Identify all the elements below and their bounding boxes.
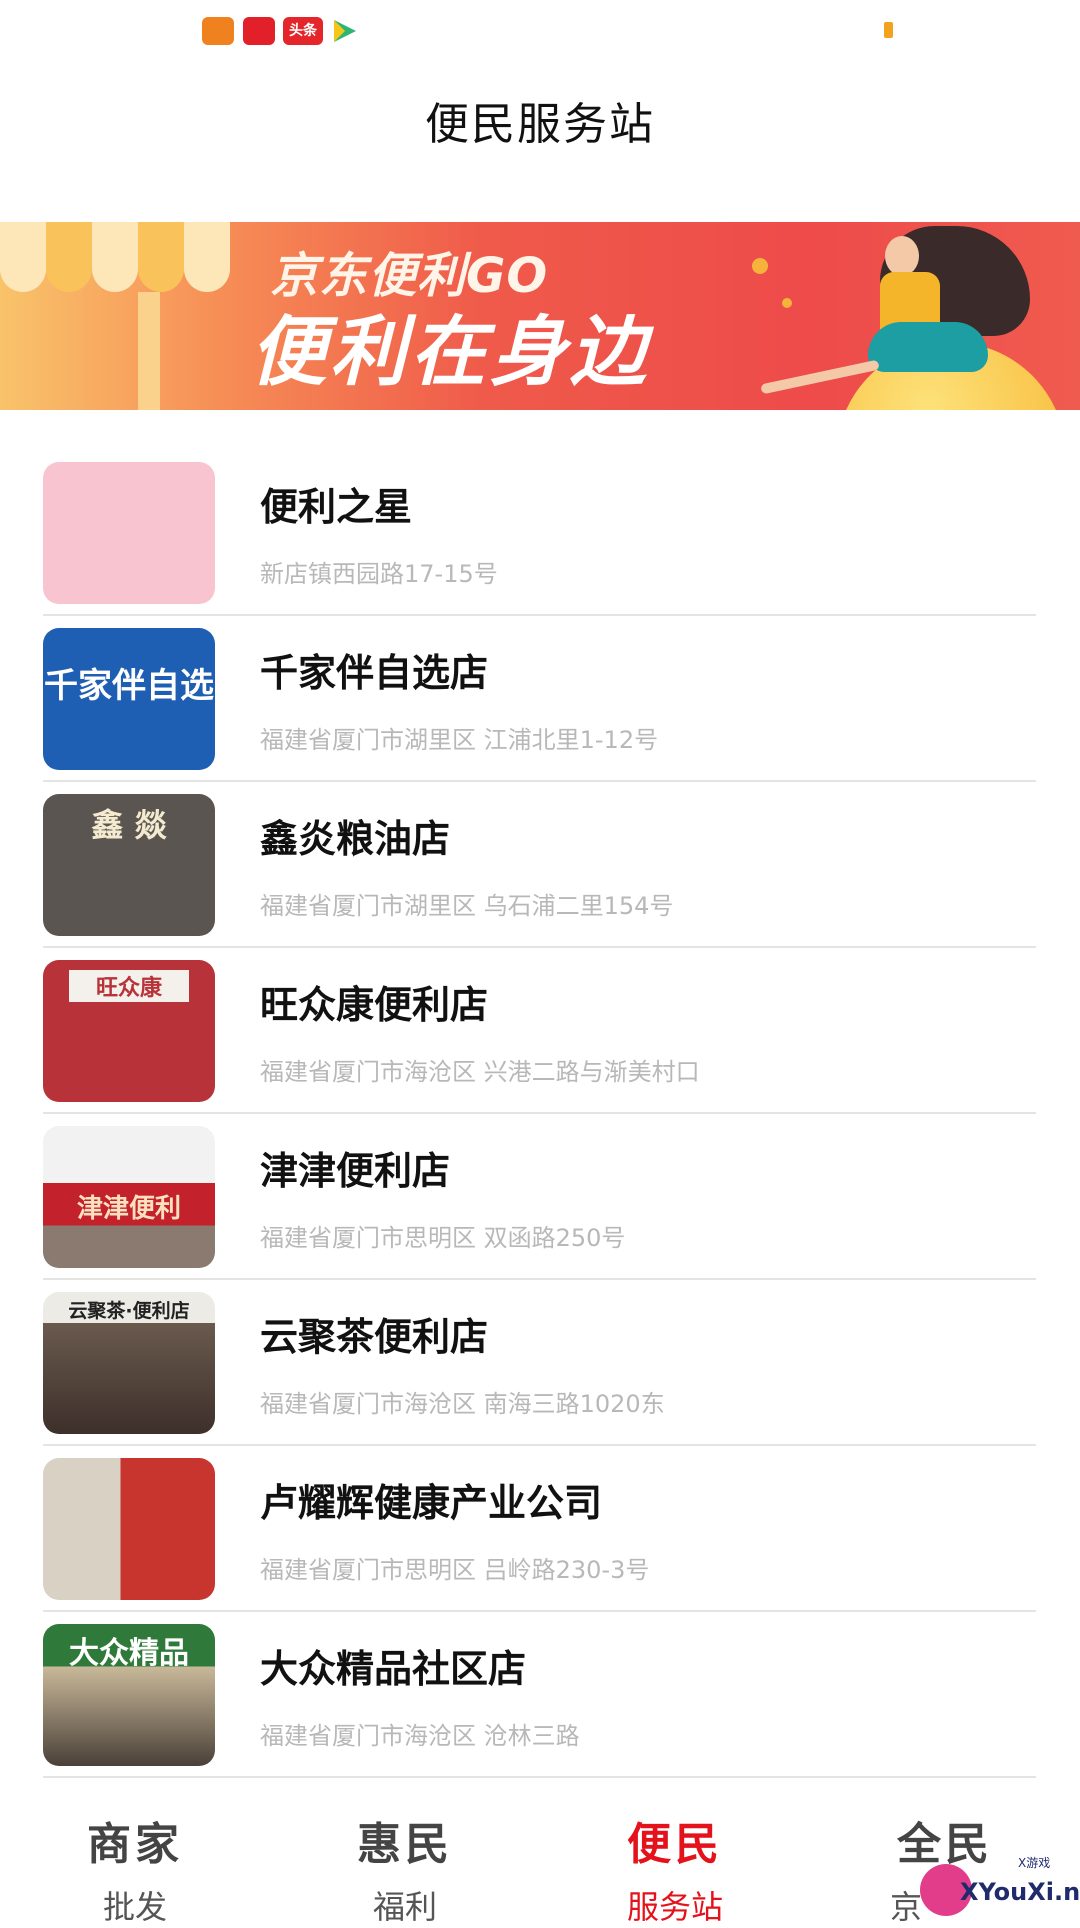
tab-service-station[interactable]: 便民 服务站 — [540, 1778, 810, 1926]
decor-dot — [782, 298, 792, 308]
awning-illustration — [0, 222, 230, 292]
battery-icon — [884, 22, 893, 38]
store-name: 大众精品社区店 — [260, 1647, 527, 1691]
page-title: 便民服务站 — [425, 99, 655, 150]
store-thumbnail: 津津便利 — [43, 1126, 215, 1268]
store-thumbnail: 云聚茶·便利店 — [43, 1292, 215, 1434]
store-name: 鑫炎粮油店 — [260, 817, 451, 861]
list-item[interactable]: 鑫 燚 鑫炎粮油店 福建省厦门市湖里区 乌石浦二里154号 — [0, 782, 1080, 948]
status-bar: 头条 — [0, 0, 1080, 60]
store-thumbnail: 千家伴自选 — [43, 628, 215, 770]
store-thumbnail — [43, 462, 215, 604]
list-item[interactable]: 千家伴自选 千家伴自选店 福建省厦门市湖里区 江浦北里1-12号 — [0, 616, 1080, 782]
store-address: 福建省厦门市海沧区 沧林三路 — [260, 1722, 580, 1750]
tab-benefits[interactable]: 惠民 福利 — [270, 1778, 540, 1926]
store-address: 福建省厦门市湖里区 江浦北里1-12号 — [260, 726, 659, 754]
list-item[interactable]: 大众精品 大众精品社区店 福建省厦门市海沧区 沧林三路 — [0, 1612, 1080, 1778]
store-address: 福建省厦门市海沧区 兴港二路与渐美村口 — [260, 1058, 700, 1086]
store-thumbnail — [43, 1458, 215, 1600]
woman-skirt — [868, 322, 988, 372]
store-thumbnail: 大众精品 — [43, 1624, 215, 1766]
woman-face — [885, 236, 919, 276]
store-address: 福建省厦门市海沧区 南海三路1020东 — [260, 1390, 665, 1418]
banner-slogan: 便利在身边 — [250, 307, 650, 396]
store-name: 云聚茶便利店 — [260, 1315, 489, 1359]
store-name: 津津便利店 — [260, 1149, 451, 1193]
netease-news-icon — [243, 17, 275, 45]
decor-dot — [752, 258, 768, 274]
tab-label-bottom: 批发 — [102, 1888, 167, 1926]
list-item[interactable]: 便利之星 新店镇西园路17-15号 — [0, 450, 1080, 616]
bottom-tab-bar: 商家 批发 惠民 福利 便民 服务站 全民 京 — [0, 1778, 1080, 1926]
store-name: 卢耀辉健康产业公司 — [260, 1481, 603, 1525]
store-name: 便利之星 — [260, 485, 413, 529]
store-sign: 鑫 燚 — [91, 806, 167, 844]
list-item[interactable]: 津津便利 津津便利店 福建省厦门市思明区 双函路250号 — [0, 1114, 1080, 1280]
toutiao-icon: 头条 — [283, 17, 323, 45]
watermark-small-text: X游戏 — [1018, 1856, 1051, 1870]
promo-banner[interactable]: 京东便利GO 便利在身边 — [0, 222, 1080, 410]
store-sign: 大众精品 — [69, 1636, 189, 1671]
store-sign: 千家伴自选 — [44, 666, 214, 706]
store-address: 福建省厦门市思明区 双函路250号 — [260, 1224, 626, 1252]
store-thumbnail: 鑫 燚 — [43, 794, 215, 936]
awning-post — [138, 292, 160, 410]
store-address: 新店镇西园路17-15号 — [260, 560, 498, 588]
video-app-icon — [334, 20, 356, 42]
uc-browser-icon — [202, 17, 234, 45]
store-address: 福建省厦门市湖里区 乌石浦二里154号 — [260, 892, 674, 920]
watermark-text: XYouXi.net — [960, 1878, 1080, 1906]
tab-label-top: 便民 — [627, 1819, 723, 1870]
list-item[interactable]: 云聚茶·便利店 云聚茶便利店 福建省厦门市海沧区 南海三路1020东 — [0, 1280, 1080, 1446]
store-address: 福建省厦门市思明区 吕岭路230-3号 — [260, 1556, 650, 1584]
store-sign: 云聚茶·便利店 — [68, 1300, 190, 1322]
store-sign: 津津便利 — [76, 1194, 181, 1224]
tab-label-bottom: 服务站 — [626, 1888, 723, 1926]
store-thumbnail: 旺众康 — [43, 960, 215, 1102]
tab-wholesale[interactable]: 商家 批发 — [0, 1778, 270, 1926]
store-sign: 旺众康 — [68, 970, 190, 1002]
tab-label-top: 商家 — [87, 1819, 183, 1870]
store-name: 千家伴自选店 — [260, 651, 489, 695]
list-item[interactable]: 旺众康 旺众康便利店 福建省厦门市海沧区 兴港二路与渐美村口 — [0, 948, 1080, 1114]
list-item[interactable]: 卢耀辉健康产业公司 福建省厦门市思明区 吕岭路230-3号 — [0, 1446, 1080, 1612]
watermark-logo: X游戏 XYouXi.net — [920, 1852, 1080, 1920]
tab-label-bottom: 福利 — [372, 1888, 437, 1926]
tab-label-top: 惠民 — [357, 1819, 453, 1870]
store-name: 旺众康便利店 — [260, 983, 489, 1027]
